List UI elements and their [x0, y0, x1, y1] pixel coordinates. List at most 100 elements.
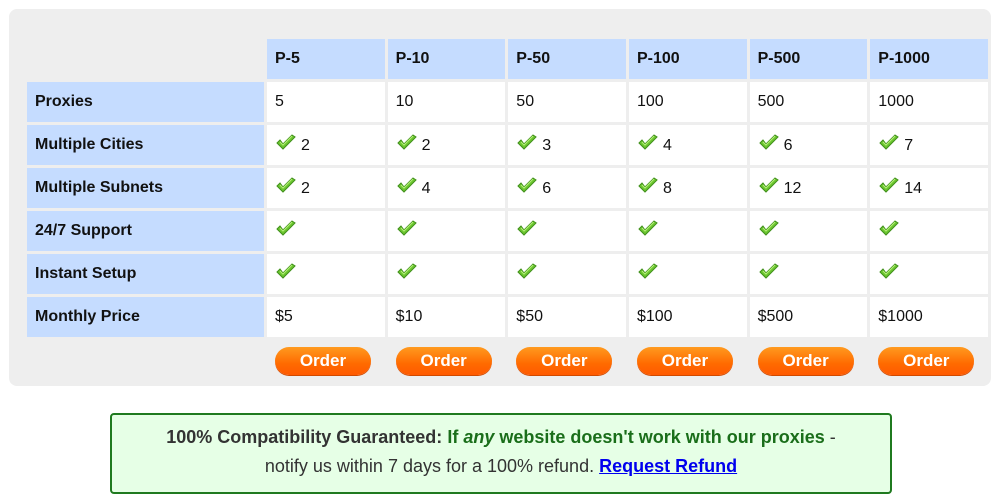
- table-cell: 6: [508, 168, 626, 208]
- guarantee-line-1: 100% Compatibility Guaranteed: If any we…: [112, 427, 890, 448]
- table-cell: 8: [628, 168, 747, 208]
- count-value: 4: [421, 179, 431, 197]
- checkmark-icon: [637, 262, 659, 281]
- count-value: 14: [904, 179, 923, 197]
- plan-header: P-100: [628, 39, 747, 79]
- table-cell: [749, 254, 868, 294]
- checkmark-icon: [275, 133, 297, 152]
- plan-header: P-1000: [870, 39, 988, 79]
- plan-header: P-10: [387, 39, 506, 79]
- checkmark-icon: [396, 176, 418, 195]
- checkmark-icon: [516, 219, 538, 238]
- checkmark-icon: [878, 133, 900, 152]
- condition-emphasis: any: [463, 427, 495, 447]
- plan-header: P-50: [508, 39, 626, 79]
- checkmark-icon: [516, 176, 538, 195]
- table-cell: 1000: [870, 82, 988, 122]
- table-cell: 14: [870, 168, 988, 208]
- check-value: 8: [637, 176, 672, 197]
- proxies-row: Proxies 5 10 50 100 500 1000: [27, 82, 988, 122]
- row-label: 24/7 Support: [27, 211, 264, 251]
- check-value: [516, 262, 538, 281]
- instant-setup-row: Instant Setup: [27, 254, 988, 294]
- count-value: 8: [662, 179, 672, 197]
- table-cell: 2: [266, 168, 385, 208]
- check-value: [878, 219, 900, 238]
- checkmark-icon: [396, 262, 418, 281]
- count-value: 2: [421, 136, 431, 154]
- table-cell: [749, 211, 868, 251]
- corner-cell: [27, 39, 264, 79]
- checkmark-icon: [637, 219, 659, 238]
- table-cell: 4: [387, 168, 506, 208]
- table-cell: 4: [628, 125, 747, 165]
- dash: -: [829, 427, 836, 447]
- order-button[interactable]: Order: [757, 347, 854, 375]
- checkmark-icon: [758, 133, 780, 152]
- check-value: 2: [275, 133, 310, 154]
- guarantee-title: 100% Compatibility Guaranteed:: [166, 427, 443, 447]
- table-cell: [508, 211, 626, 251]
- order-cell: Order: [388, 340, 506, 380]
- request-refund-link[interactable]: Request Refund: [599, 456, 737, 476]
- check-value: 6: [516, 176, 551, 197]
- table-cell: 10: [387, 82, 506, 122]
- checkmark-icon: [396, 219, 418, 238]
- table-cell: 50: [508, 82, 626, 122]
- table-cell: 2: [387, 125, 506, 165]
- check-value: [396, 262, 418, 281]
- table-cell: [870, 211, 988, 251]
- check-value: 2: [396, 133, 431, 154]
- pricing-table: P-5 P-10 P-50 P-100 P-500 P-1000 Proxies…: [24, 36, 991, 383]
- order-button[interactable]: Order: [636, 347, 733, 375]
- table-cell: [266, 254, 385, 294]
- table-cell: $100: [628, 297, 747, 337]
- table-cell: [266, 211, 385, 251]
- checkmark-icon: [758, 262, 780, 281]
- order-button[interactable]: Order: [395, 347, 492, 375]
- check-value: [637, 262, 659, 281]
- checkmark-icon: [275, 262, 297, 281]
- empty-cell: [27, 340, 264, 380]
- refund-note: notify us within 7 days for a 100% refun…: [264, 456, 595, 476]
- table-cell: $10: [387, 297, 506, 337]
- order-button[interactable]: Order: [878, 347, 975, 375]
- row-label: Multiple Subnets: [27, 168, 264, 208]
- row-label: Monthly Price: [27, 297, 264, 337]
- table-cell: 7: [870, 125, 988, 165]
- count-value: 4: [662, 136, 672, 154]
- table-cell: 12: [749, 168, 868, 208]
- plan-header: P-500: [749, 39, 868, 79]
- order-button[interactable]: Order: [516, 347, 613, 375]
- condition-text: website doesn't work with our proxies: [499, 427, 825, 447]
- order-cell: Order: [870, 340, 988, 380]
- check-value: 3: [516, 133, 551, 154]
- table-cell: $1000: [870, 297, 988, 337]
- check-value: [758, 262, 780, 281]
- table-cell: [628, 211, 747, 251]
- check-value: [275, 219, 297, 238]
- multiple-cities-row: Multiple Cities 2 2 3 4 6 7: [27, 125, 988, 165]
- support-row: 24/7 Support: [27, 211, 988, 251]
- monthly-price-row: Monthly Price $5 $10 $50 $100 $500 $1000: [27, 297, 988, 337]
- check-value: [396, 219, 418, 238]
- check-value: [878, 262, 900, 281]
- plan-header: P-5: [266, 39, 385, 79]
- table-cell: $500: [749, 297, 868, 337]
- table-cell: 500: [749, 82, 868, 122]
- check-value: 12: [758, 176, 801, 197]
- check-value: [516, 219, 538, 238]
- condition-text: If: [447, 427, 459, 447]
- checkmark-icon: [878, 262, 900, 281]
- count-value: 7: [904, 136, 914, 154]
- check-value: 4: [396, 176, 431, 197]
- order-button[interactable]: Order: [274, 347, 371, 375]
- table-cell: $5: [266, 297, 385, 337]
- check-value: [275, 262, 297, 281]
- table-cell: 6: [749, 125, 868, 165]
- row-label: Proxies: [27, 82, 264, 122]
- checkmark-icon: [396, 133, 418, 152]
- guarantee-line-2: notify us within 7 days for a 100% refun…: [112, 456, 890, 477]
- check-value: [637, 219, 659, 238]
- guarantee-box: 100% Compatibility Guaranteed: If any we…: [110, 413, 892, 494]
